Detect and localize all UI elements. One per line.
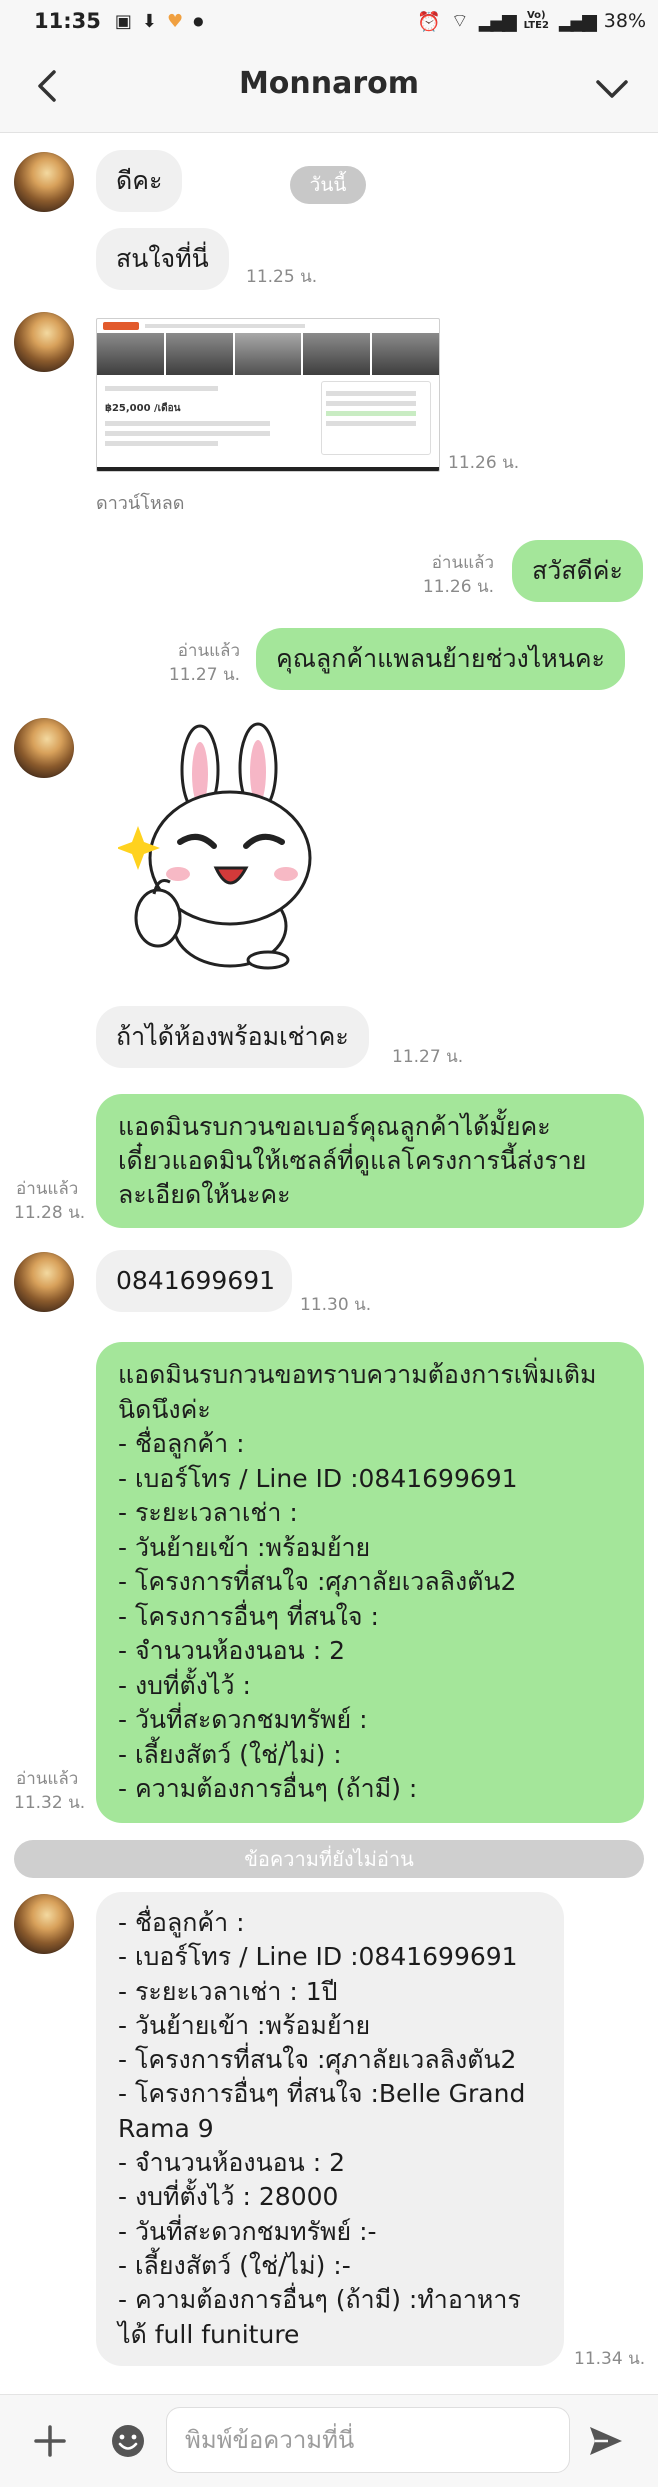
chat-header: Monnarom (0, 42, 658, 133)
read-receipt: อ่านแล้ว (431, 553, 494, 573)
status-time: 11:35 (34, 9, 101, 33)
message-time: 11.27 น. (168, 665, 240, 685)
message-input[interactable]: พิมพ์ข้อความที่นี่ (166, 2407, 570, 2473)
preview-price: ฿25,000 /เดือน (105, 403, 181, 414)
status-bar: 11:35 ▣ ⬇ ♥ ● ⏰ ⌔ ▂▄▆ Vo) LTE2 ▂▄▆ 38% (0, 0, 658, 42)
image-message[interactable]: ฿25,000 /เดือน (96, 318, 440, 472)
preview-contact-card (321, 381, 431, 455)
incoming-message[interactable]: 0841699691 (96, 1250, 292, 1312)
contact-avatar[interactable] (14, 718, 74, 778)
incoming-message[interactable]: - ชื่อลูกค้า : - เบอร์โทร / Line ID :084… (96, 1892, 564, 2366)
gallery-notification-icon: ▣ (114, 10, 132, 32)
date-chip: วันนี้ (290, 166, 366, 204)
outgoing-message[interactable]: แอดมินรบกวนขอเบอร์คุณลูกค้าได้มั้ยคะ เดี… (96, 1094, 644, 1228)
incoming-message[interactable]: ถ้าได้ห้องพร้อมเช่าคะ (96, 1006, 369, 1068)
app-notification-icon: ♥ (166, 10, 184, 32)
signal-icon: ▂▄▆ (478, 10, 517, 32)
send-icon[interactable] (586, 2421, 626, 2461)
contact-avatar[interactable] (14, 1252, 74, 1312)
incoming-message[interactable]: สนใจที่นี่ (96, 228, 229, 290)
message-time: 11.30 น. (300, 1295, 372, 1315)
contact-avatar[interactable] (14, 152, 74, 212)
read-receipt: อ่านแล้ว (16, 1769, 79, 1789)
plus-icon[interactable] (30, 2421, 70, 2461)
unread-divider: ข้อความที่ยังไม่อ่าน (14, 1840, 644, 1878)
outgoing-message[interactable]: แอดมินรบกวนขอทราบความต้องการเพิ่มเติม นิ… (96, 1342, 644, 1823)
message-time: 11.25 น. (246, 267, 318, 287)
contact-avatar[interactable] (14, 1894, 74, 1954)
chat-title[interactable]: Monnarom (0, 66, 658, 101)
alarm-icon: ⏰ (417, 10, 441, 33)
outgoing-message[interactable]: คุณลูกค้าแพลนย้ายช่วงไหนคะ (256, 628, 625, 690)
more-notifications-icon: ● (193, 14, 204, 28)
battery-level: 38% (603, 10, 646, 32)
outgoing-message[interactable]: สวัสดีค่ะ (512, 540, 643, 602)
read-receipt: อ่านแล้ว (16, 1179, 79, 1199)
wifi-icon: ⌔ (450, 10, 469, 32)
download-notification-icon: ⬇ (141, 10, 157, 32)
message-time: 11.27 น. (392, 1047, 464, 1067)
preview-site-header (97, 319, 439, 333)
message-time: 11.32 น. (14, 1793, 86, 1813)
emoji-icon[interactable] (110, 2423, 146, 2459)
network-label: Vo) LTE2 (523, 10, 549, 31)
site-logo (103, 322, 139, 330)
message-time: 11.26 น. (448, 453, 520, 473)
download-link[interactable]: ดาวน์โหลด (96, 488, 184, 517)
rabbit-sticker-icon[interactable] (118, 722, 338, 972)
message-time: 11.28 น. (14, 1203, 86, 1223)
signal-2-icon: ▂▄▆ (558, 10, 597, 32)
chevron-down-icon[interactable] (592, 68, 632, 108)
message-time: 11.34 น. (574, 2349, 646, 2369)
message-input-bar: พิมพ์ข้อความที่นี่ (0, 2394, 658, 2487)
incoming-message[interactable]: ดีคะ (96, 150, 183, 212)
read-receipt: อ่านแล้ว (177, 641, 240, 661)
preview-photos (97, 333, 439, 375)
contact-avatar[interactable] (14, 312, 74, 372)
message-time: 11.26 น. (422, 577, 494, 597)
